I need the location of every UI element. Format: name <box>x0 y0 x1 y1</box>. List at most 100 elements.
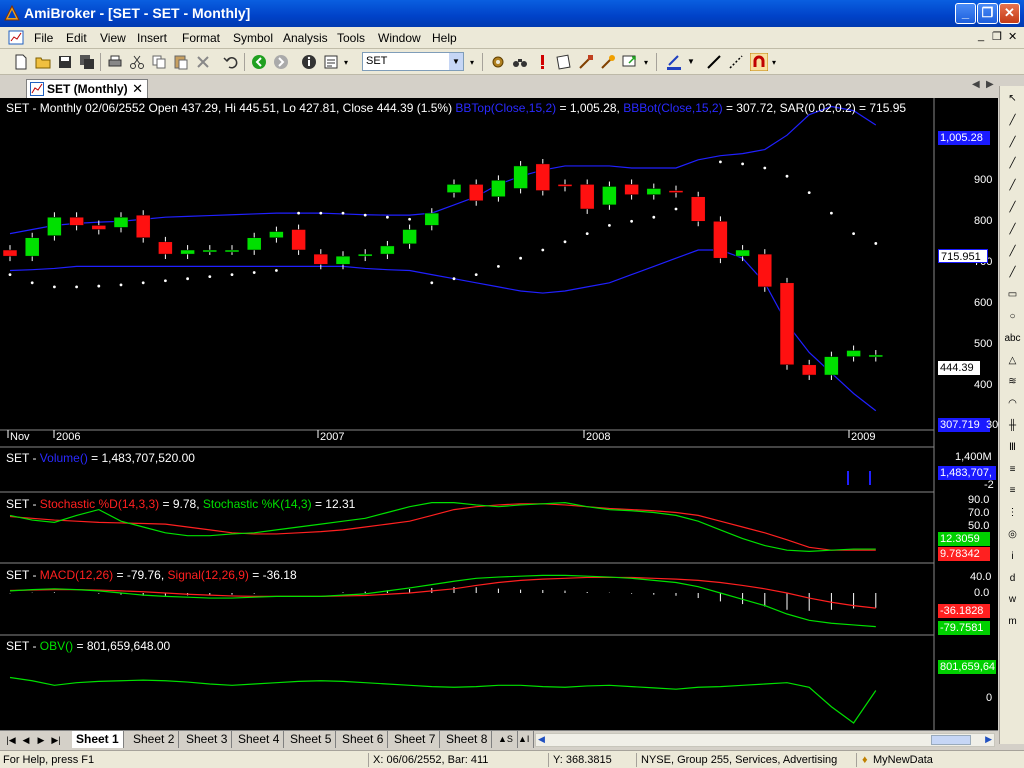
chevron-down-icon[interactable]: ▼ <box>449 53 463 70</box>
draw-lines-icon[interactable]: ≡ <box>1004 461 1021 478</box>
draw-ellipse-icon[interactable]: ○ <box>1004 308 1021 325</box>
sheet-tab-2[interactable]: Sheet 2 <box>129 731 180 748</box>
delete-icon[interactable] <box>194 53 212 71</box>
draw-line-icon[interactable]: ╱ <box>1004 177 1021 194</box>
draw-d-tool-icon[interactable]: d <box>1004 570 1021 587</box>
print-icon[interactable] <box>106 53 124 71</box>
menu-view[interactable]: View <box>100 31 126 45</box>
draw-ray-icon[interactable]: ╱ <box>1004 155 1021 172</box>
menu-analysis[interactable]: Analysis <box>283 31 328 45</box>
draw-channel-icon[interactable]: ╱ <box>1004 199 1021 216</box>
automatic-analysis-icon[interactable] <box>577 53 595 71</box>
formula-editor-icon[interactable] <box>555 53 573 71</box>
sheet-prev-icon[interactable]: ◀ <box>19 733 33 747</box>
chart-canvas[interactable] <box>0 98 998 730</box>
open-folder-icon[interactable] <box>34 53 52 71</box>
copy-icon[interactable] <box>150 53 168 71</box>
settings-gear-icon[interactable] <box>489 53 507 71</box>
draw-arc-icon[interactable]: ◠ <box>1004 395 1021 412</box>
draw-triangle-icon[interactable]: △ <box>1004 352 1021 369</box>
toolbar-overflow-icon[interactable]: ▾ <box>344 58 348 67</box>
alert-icon[interactable] <box>533 53 551 71</box>
draw-circle-icon[interactable]: ◎ <box>1004 526 1021 543</box>
forward-icon[interactable] <box>272 53 290 71</box>
draw-select-icon[interactable]: ↖ <box>1004 90 1021 107</box>
quote-editor-icon[interactable] <box>322 53 340 71</box>
sheet-tab-3[interactable]: Sheet 3 <box>182 731 233 748</box>
draw-vertical-icon[interactable]: ⋮ <box>1004 504 1021 521</box>
sheet-tab-4[interactable]: Sheet 4 <box>234 731 285 748</box>
optimize-icon[interactable] <box>599 53 617 71</box>
toolbar-overflow-icon[interactable]: ▾ <box>644 58 648 67</box>
toolbar-overflow-icon[interactable]: ▾ <box>772 58 776 67</box>
scrollbar-thumb[interactable] <box>931 735 971 745</box>
sheet-tab-7[interactable]: Sheet 7 <box>390 731 441 748</box>
chevron-down-icon[interactable]: ▼ <box>687 57 695 66</box>
back-icon[interactable] <box>250 53 268 71</box>
paste-icon[interactable] <box>172 53 190 71</box>
draw-grid-icon[interactable]: ╫ <box>1004 417 1021 434</box>
menu-file[interactable]: File <box>34 31 53 45</box>
mdi-restore-button[interactable]: ❐ <box>992 30 1002 43</box>
menu-symbol[interactable]: Symbol <box>233 31 273 45</box>
draw-text-icon[interactable]: abc <box>1004 330 1021 347</box>
mdi-minimize-button[interactable]: _ <box>978 30 984 42</box>
save-all-icon[interactable] <box>78 53 96 71</box>
draw-fib-icon[interactable]: ╱ <box>1004 221 1021 238</box>
draw-rect-icon[interactable]: ▭ <box>1004 286 1021 303</box>
new-file-icon[interactable] <box>12 53 30 71</box>
magnet-icon[interactable] <box>750 53 768 71</box>
chart-area[interactable]: SET - Monthly 02/06/2552 Open 437.29, Hi… <box>0 98 1004 730</box>
symbol-selector[interactable]: SET ▼ <box>362 52 464 71</box>
close-tab-icon[interactable]: ✕ <box>132 81 143 97</box>
sheet-tab-8[interactable]: Sheet 8 <box>442 731 493 748</box>
sheet-next-icon[interactable]: ▶ <box>34 733 48 747</box>
doc-tab-set-monthly[interactable]: SET (Monthly) ✕ <box>26 79 148 98</box>
draw-lines-icon[interactable]: ≡ <box>1004 482 1021 499</box>
toolbar-overflow-icon[interactable]: ▾ <box>470 58 474 67</box>
menu-edit[interactable]: Edit <box>66 31 87 45</box>
candle-body <box>380 245 395 255</box>
save-icon[interactable] <box>56 53 74 71</box>
draw-line-icon[interactable] <box>705 53 723 71</box>
scroll-left-icon[interactable]: ◀ <box>538 734 545 745</box>
document-icon[interactable] <box>8 30 24 45</box>
tab-scroll-left-icon[interactable]: ◀ <box>972 79 980 90</box>
draw-info-icon[interactable]: i <box>1004 548 1021 565</box>
horizontal-scrollbar[interactable]: ◀ ▶ <box>535 733 995 747</box>
draw-m-tool-icon[interactable]: m <box>1004 613 1021 630</box>
dashed-line-icon[interactable] <box>727 53 745 71</box>
draw-line-icon[interactable]: ╱ <box>1004 134 1021 151</box>
sheet-tab-6[interactable]: Sheet 6 <box>338 731 389 748</box>
menu-insert[interactable]: Insert <box>137 31 167 45</box>
draw-w-tool-icon[interactable]: w <box>1004 591 1021 608</box>
sheet-tab-5[interactable]: Sheet 5 <box>286 731 337 748</box>
sar-dot <box>785 174 789 178</box>
tab-scroll-right-icon[interactable]: ▶ <box>986 79 994 90</box>
line-color-icon[interactable] <box>665 53 683 71</box>
draw-zigzag-icon[interactable]: ≋ <box>1004 373 1021 390</box>
maximize-button[interactable]: ❐ <box>977 3 998 24</box>
draw-bars-icon[interactable]: Ⅲ <box>1004 439 1021 456</box>
menu-window[interactable]: Window <box>378 31 421 45</box>
binoculars-icon[interactable] <box>511 53 529 71</box>
scroll-right-icon[interactable]: ▶ <box>985 734 992 745</box>
draw-line-icon[interactable]: ╱ <box>1004 112 1021 129</box>
close-button[interactable]: ✕ <box>999 3 1020 24</box>
minimize-button[interactable]: _ <box>955 3 976 24</box>
sheet-last-icon[interactable]: ▶| <box>49 733 63 747</box>
draw-trend-icon[interactable]: ╱ <box>1004 243 1021 260</box>
menu-tools[interactable]: Tools <box>337 31 365 45</box>
menu-format[interactable]: Format <box>182 31 220 45</box>
cut-icon[interactable] <box>128 53 146 71</box>
draw-fan-icon[interactable]: ╱ <box>1004 264 1021 281</box>
sheet-tab-1[interactable]: Sheet 1 <box>72 731 124 748</box>
sheet-first-icon[interactable]: |◀ <box>4 733 18 747</box>
status-help: For Help, press F1 <box>3 754 95 766</box>
undo-icon[interactable] <box>222 53 240 71</box>
mdi-close-button[interactable]: ✕ <box>1008 30 1017 43</box>
sheet-extra-i[interactable]: ▲I <box>514 731 535 748</box>
info-icon[interactable] <box>300 53 318 71</box>
export-icon[interactable] <box>621 53 639 71</box>
menu-help[interactable]: Help <box>432 31 457 45</box>
